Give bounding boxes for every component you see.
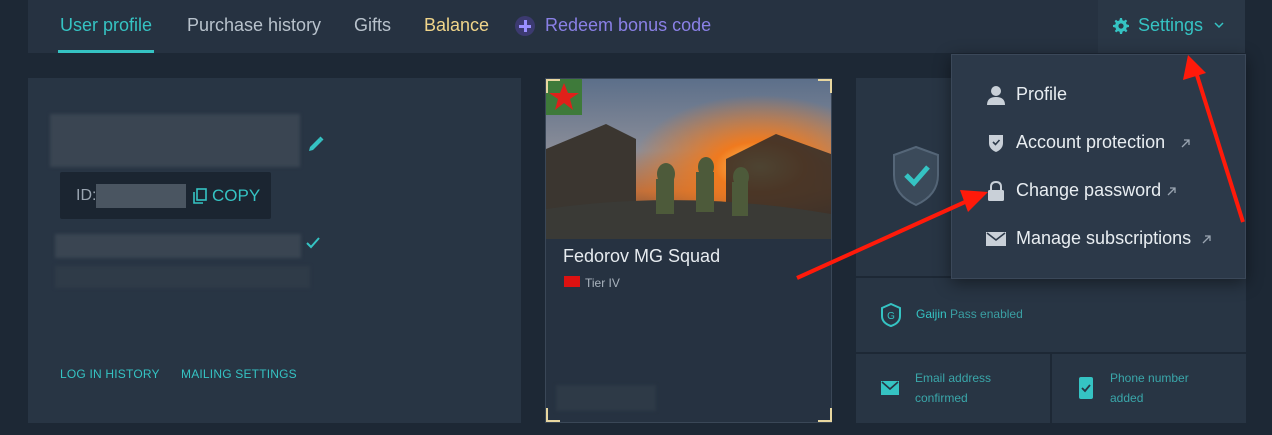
menu-label: Profile [1016,84,1068,104]
verified-check-icon [306,237,320,249]
active-tab-underline [58,50,154,53]
external-link-icon [1167,187,1176,196]
shield-check-icon [893,145,939,207]
flag-icon [564,276,580,287]
redacted-email [55,234,301,258]
tab-purchase-history[interactable]: Purchase history [187,15,321,36]
redacted-id [96,184,186,208]
svg-text:G: G [887,311,895,322]
menu-item-account-protection[interactable]: Account protection [952,120,1245,166]
tab-redeem-bonus-code[interactable]: Redeem bonus code [545,15,711,36]
menu-item-manage-subscriptions[interactable]: Manage subscriptions [952,216,1245,262]
gaijin-pass-status: Gaijin Pass enabled [916,307,1023,321]
menu-item-profile[interactable]: Profile [952,72,1245,118]
settings-button[interactable]: Settings [1098,0,1245,53]
menu-label: Account protection [1016,132,1166,152]
redacted-info [55,266,310,288]
log-in-history-link[interactable]: LOG IN HISTORY [60,367,160,381]
menu-label: Manage subscriptions [1016,228,1192,248]
top-nav: User profile Purchase history Gifts Bala… [28,0,1245,53]
tab-gifts[interactable]: Gifts [354,15,391,36]
user-id-box: ID: COPY [60,172,271,219]
card-corner [546,79,560,93]
settings-dropdown-menu: Profile Account protection Change passwo… [951,54,1246,279]
shield-icon [989,135,1003,152]
squad-title: Fedorov MG Squad [563,246,721,266]
gear-icon [1113,18,1129,34]
card-corner [818,408,832,422]
mailing-settings-link[interactable]: MAILING SETTINGS [181,367,297,381]
settings-label: Settings [1138,15,1204,35]
redacted-card-info [556,385,656,411]
copy-button[interactable]: COPY [212,186,260,206]
chevron-down-icon [1214,22,1224,29]
mail-icon [986,232,1006,246]
redacted-username [50,114,300,167]
copy-icon[interactable] [193,188,207,204]
user-icon [987,86,1005,105]
plus-icon[interactable] [515,16,535,36]
lock-icon [988,181,1004,201]
divider [1050,354,1052,423]
menu-label: Change password [1016,180,1162,200]
menu-item-change-password[interactable]: Change password [952,168,1245,214]
phone-icon [1079,377,1093,399]
email-status: Email address confirmed [915,371,992,405]
tab-user-profile[interactable]: User profile [60,15,152,36]
gaijin-pass-icon: G [881,303,901,327]
phone-status: Phone number added [1110,371,1189,405]
external-link-icon [1202,235,1211,244]
squad-artwork-image [546,79,831,239]
pencil-icon[interactable] [307,135,325,153]
id-label: ID: [76,187,97,204]
email-icon [881,381,899,395]
external-link-icon [1181,139,1190,148]
tier-label: Tier IV [585,276,620,290]
card-corner [818,79,832,93]
tab-balance[interactable]: Balance [424,15,489,36]
